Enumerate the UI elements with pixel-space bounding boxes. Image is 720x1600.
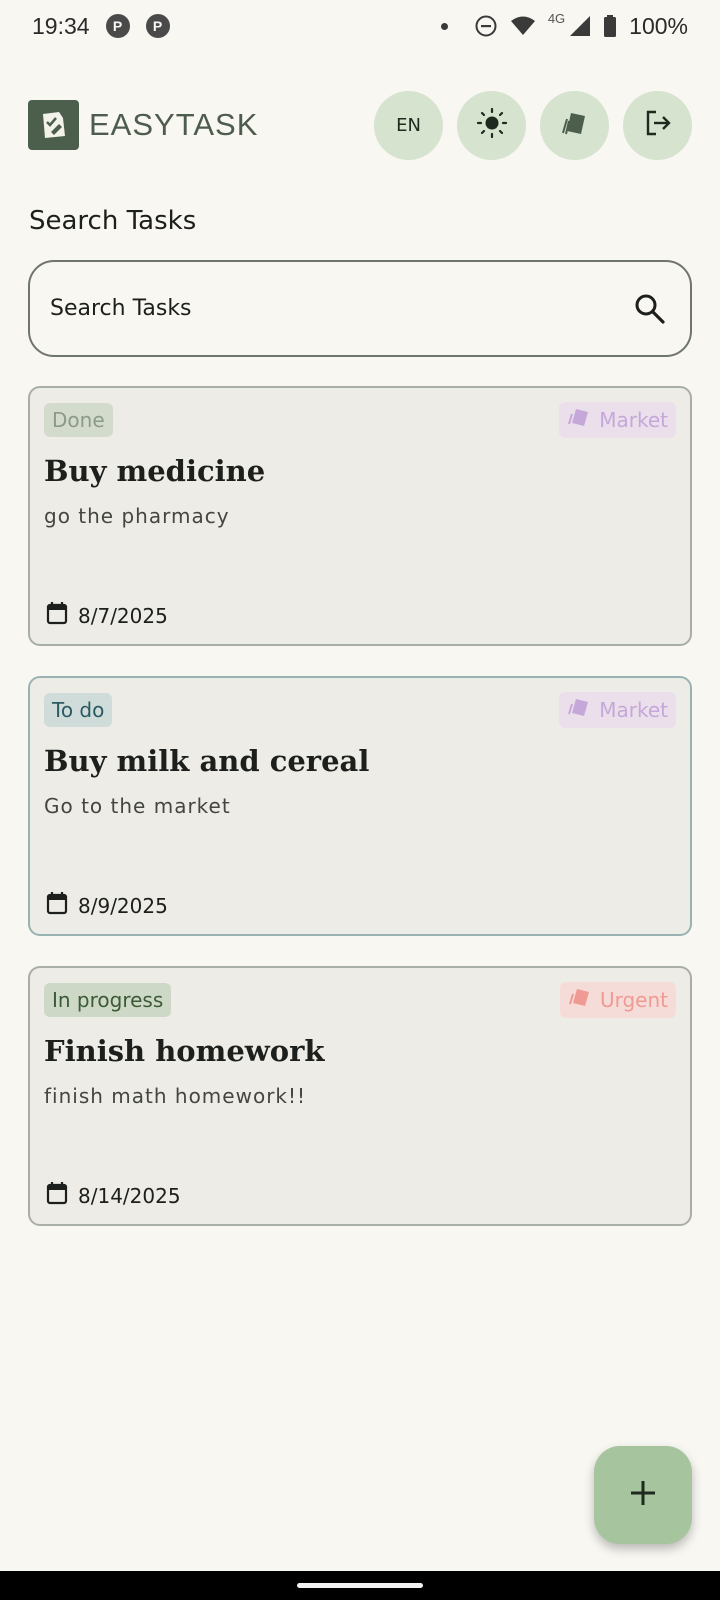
task-date: 8/7/2025 — [46, 601, 168, 630]
task-description: finish math homework!! — [44, 1084, 307, 1108]
calendar-icon — [46, 891, 68, 920]
app-logo-icon — [28, 100, 79, 150]
network-type-label: 4G — [547, 10, 566, 26]
logout-button[interactable] — [623, 90, 692, 160]
task-date-text: 8/7/2025 — [78, 603, 168, 628]
brightness-icon — [476, 107, 508, 144]
header-actions: EN — [374, 90, 692, 160]
tag-icon — [568, 986, 592, 1014]
logout-icon — [642, 107, 674, 144]
task-card[interactable]: In progress Urgent Finish homework finis… — [28, 966, 692, 1226]
tag-badge: Urgent — [559, 982, 676, 1018]
notification-app-icon: P — [105, 14, 130, 38]
task-title: Finish homework — [44, 1034, 325, 1068]
wifi-icon — [510, 15, 536, 37]
status-badge: Done — [44, 403, 113, 437]
task-date-text: 8/9/2025 — [78, 893, 168, 918]
status-bar: 19:34 P P 4G 100% — [0, 0, 720, 52]
signal-icon — [569, 15, 591, 37]
do-not-disturb-icon — [474, 14, 498, 38]
task-date: 8/9/2025 — [46, 891, 168, 920]
battery-icon — [603, 15, 617, 37]
tag-badge: Market — [559, 692, 676, 728]
tags-button[interactable] — [540, 90, 609, 160]
task-description: Go to the market — [44, 794, 231, 818]
plus-icon — [628, 1478, 658, 1512]
tag-icon — [567, 406, 591, 434]
search-field[interactable] — [28, 260, 692, 357]
tags-icon — [559, 107, 591, 144]
calendar-icon — [46, 601, 68, 630]
tag-label: Market — [599, 698, 668, 722]
theme-toggle-button[interactable] — [457, 90, 526, 160]
task-date: 8/14/2025 — [46, 1181, 181, 1210]
brand: EASYTASK — [28, 100, 258, 150]
notification-app-icon: P — [145, 14, 170, 38]
system-navigation-bar — [0, 1571, 720, 1600]
notification-dot-icon — [440, 22, 448, 30]
tag-label: Urgent — [599, 988, 668, 1012]
task-title: Buy milk and cereal — [44, 744, 370, 778]
task-title: Buy medicine — [44, 454, 266, 488]
status-badge: In progress — [44, 983, 172, 1017]
tag-badge: Market — [559, 402, 676, 438]
task-description: go the pharmacy — [44, 504, 230, 528]
tag-label: Market — [599, 408, 668, 432]
calendar-icon — [46, 1181, 68, 1210]
task-card[interactable]: To do Market Buy milk and cereal Go to t… — [28, 676, 692, 936]
search-section-title: Search Tasks — [29, 206, 197, 236]
app-header: EASYTASK EN — [28, 90, 692, 160]
tag-icon — [567, 696, 591, 724]
task-card[interactable]: Done Market Buy medicine go the pharmacy… — [28, 386, 692, 646]
add-task-button[interactable] — [594, 1446, 692, 1544]
language-button[interactable]: EN — [374, 90, 443, 160]
battery-percent: 100% — [629, 12, 688, 39]
search-input[interactable] — [50, 296, 632, 321]
task-date-text: 8/14/2025 — [78, 1183, 181, 1208]
search-icon[interactable] — [632, 291, 668, 327]
status-badge: To do — [44, 693, 113, 727]
status-time: 19:34 — [32, 12, 90, 39]
brand-name: EASYTASK — [89, 107, 259, 142]
home-gesture-handle[interactable] — [297, 1583, 423, 1588]
